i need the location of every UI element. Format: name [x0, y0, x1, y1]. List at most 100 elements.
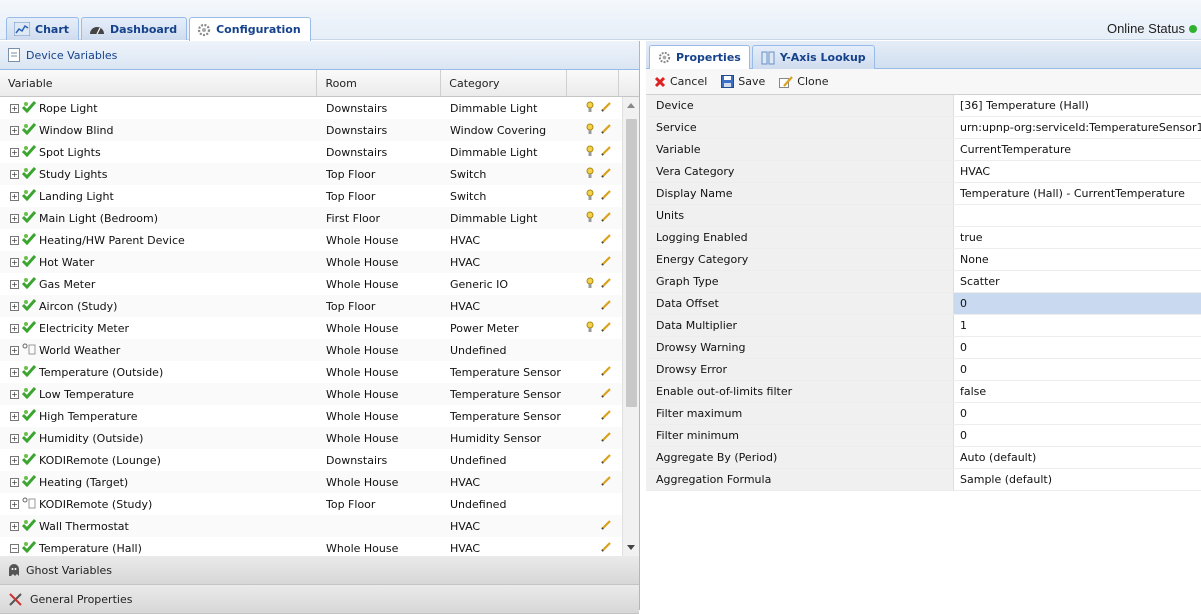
property-value[interactable]: None: [954, 249, 1201, 270]
expand-toggle-icon[interactable]: +: [10, 301, 19, 311]
property-row[interactable]: Data Multiplier 1: [646, 315, 1201, 337]
expand-toggle-icon[interactable]: +: [10, 455, 19, 465]
property-row[interactable]: Drowsy Warning 0: [646, 337, 1201, 359]
expand-toggle-icon[interactable]: +: [10, 235, 19, 245]
expand-toggle-icon[interactable]: +: [10, 367, 19, 377]
edit-pencil-icon[interactable]: [600, 123, 612, 138]
table-row[interactable]: − Temperature (Hall) Whole House HVAC: [0, 537, 639, 556]
table-row[interactable]: + Main Light (Bedroom) First Floor Dimmable…: [0, 207, 639, 229]
edit-pencil-icon[interactable]: [600, 387, 612, 402]
expand-toggle-icon[interactable]: −: [10, 543, 19, 553]
device-variables-header[interactable]: Device Variables: [0, 41, 639, 70]
property-row[interactable]: Variable CurrentTemperature: [646, 139, 1201, 161]
expand-toggle-icon[interactable]: +: [10, 411, 19, 421]
tab-chart[interactable]: Chart: [6, 17, 80, 40]
expand-toggle-icon[interactable]: +: [10, 389, 19, 399]
light-bulb-icon[interactable]: [586, 167, 594, 182]
property-row[interactable]: Filter minimum 0: [646, 425, 1201, 447]
table-row[interactable]: + Gas Meter Whole House Generic IO: [0, 273, 639, 295]
tab-configuration[interactable]: Configuration: [189, 17, 311, 41]
table-row[interactable]: + Heating/HW Parent Device Whole House HVAC: [0, 229, 639, 251]
expand-toggle-icon[interactable]: +: [10, 147, 19, 157]
property-value[interactable]: HVAC: [954, 161, 1201, 182]
edit-pencil-icon[interactable]: [600, 145, 612, 160]
edit-pencil-icon[interactable]: [600, 211, 612, 226]
property-value[interactable]: [954, 205, 1201, 226]
tab-properties[interactable]: Properties: [649, 45, 750, 69]
expand-toggle-icon[interactable]: +: [10, 345, 19, 355]
edit-pencil-icon[interactable]: [600, 475, 612, 490]
property-row[interactable]: Aggregation Formula Sample (default): [646, 469, 1201, 491]
light-bulb-icon[interactable]: [586, 189, 594, 204]
expand-toggle-icon[interactable]: +: [10, 279, 19, 289]
edit-pencil-icon[interactable]: [600, 453, 612, 468]
table-row[interactable]: + KODIRemote (Lounge) Downstairs Undefined: [0, 449, 639, 471]
table-row[interactable]: + World Weather Whole House Undefined: [0, 339, 639, 361]
edit-pencil-icon[interactable]: [600, 277, 612, 292]
edit-pencil-icon[interactable]: [600, 233, 612, 248]
edit-pencil-icon[interactable]: [600, 321, 612, 336]
property-row[interactable]: Display Name Temperature (Hall) - Current…: [646, 183, 1201, 205]
property-row[interactable]: Units: [646, 205, 1201, 227]
table-row[interactable]: + Wall Thermostat HVAC: [0, 515, 639, 537]
table-row[interactable]: + Humidity (Outside) Whole House Humidity S…: [0, 427, 639, 449]
edit-pencil-icon[interactable]: [600, 167, 612, 182]
column-room[interactable]: Room: [317, 70, 442, 96]
table-row[interactable]: + Hot Water Whole House HVAC: [0, 251, 639, 273]
edit-pencil-icon[interactable]: [600, 519, 612, 534]
light-bulb-icon[interactable]: [586, 145, 594, 160]
edit-pencil-icon[interactable]: [600, 255, 612, 270]
property-row[interactable]: Service urn:upnp-org:serviceId:Temperatur…: [646, 117, 1201, 139]
property-value[interactable]: [36] Temperature (Hall): [954, 95, 1201, 116]
table-row[interactable]: + Temperature (Outside) Whole House Tempera…: [0, 361, 639, 383]
edit-pencil-icon[interactable]: [600, 299, 612, 314]
property-row[interactable]: Aggregate By (Period) Auto (default): [646, 447, 1201, 469]
expand-toggle-icon[interactable]: +: [10, 433, 19, 443]
edit-pencil-icon[interactable]: [600, 541, 612, 556]
expand-toggle-icon[interactable]: +: [10, 213, 19, 223]
table-row[interactable]: + Spot Lights Downstairs Dimmable Light: [0, 141, 639, 163]
tab-y-axis-lookup[interactable]: Y-Axis Lookup: [751, 45, 875, 69]
light-bulb-icon[interactable]: [586, 321, 594, 336]
property-value[interactable]: 1: [954, 315, 1201, 336]
clone-button[interactable]: Clone: [779, 75, 829, 88]
property-value[interactable]: 0: [954, 337, 1201, 358]
save-button[interactable]: Save: [721, 75, 765, 88]
property-value[interactable]: Sample (default): [954, 469, 1201, 490]
scroll-up-icon[interactable]: [627, 103, 635, 108]
property-value[interactable]: true: [954, 227, 1201, 248]
property-row[interactable]: Energy Category None: [646, 249, 1201, 271]
column-category[interactable]: Category: [441, 70, 568, 96]
table-row[interactable]: + Landing Light Top Floor Switch: [0, 185, 639, 207]
property-value[interactable]: Scatter: [954, 271, 1201, 292]
light-bulb-icon[interactable]: [586, 123, 594, 138]
table-row[interactable]: + Heating (Target) Whole House HVAC: [0, 471, 639, 493]
table-row[interactable]: + Window Blind Downstairs Window Covering: [0, 119, 639, 141]
property-row[interactable]: Data Offset 0: [646, 293, 1201, 315]
edit-pencil-icon[interactable]: [600, 409, 612, 424]
table-row[interactable]: + Rope Light Downstairs Dimmable Light: [0, 97, 639, 119]
light-bulb-icon[interactable]: [586, 211, 594, 226]
property-row[interactable]: Graph Type Scatter: [646, 271, 1201, 293]
expand-toggle-icon[interactable]: +: [10, 323, 19, 333]
tab-dashboard[interactable]: Dashboard: [81, 17, 188, 40]
column-variable[interactable]: Variable: [0, 70, 318, 96]
property-value[interactable]: 0: [954, 425, 1201, 446]
edit-pencil-icon[interactable]: [600, 431, 612, 446]
property-value[interactable]: 0: [954, 293, 1201, 314]
property-value[interactable]: CurrentTemperature: [954, 139, 1201, 160]
property-row[interactable]: Device [36] Temperature (Hall): [646, 95, 1201, 117]
table-row[interactable]: + KODIRemote (Study) Top Floor Undefined: [0, 493, 639, 515]
expand-toggle-icon[interactable]: +: [10, 125, 19, 135]
property-value[interactable]: Temperature (Hall) - CurrentTemperature: [954, 183, 1201, 204]
expand-toggle-icon[interactable]: +: [10, 257, 19, 267]
expand-toggle-icon[interactable]: +: [10, 477, 19, 487]
cancel-button[interactable]: Cancel: [654, 75, 707, 88]
scroll-thumb[interactable]: [626, 119, 637, 407]
property-value[interactable]: false: [954, 381, 1201, 402]
property-row[interactable]: Vera Category HVAC: [646, 161, 1201, 183]
table-row[interactable]: + Electricity Meter Whole House Power Meter: [0, 317, 639, 339]
ghost-variables-header[interactable]: Ghost Variables: [0, 556, 639, 585]
property-value[interactable]: Auto (default): [954, 447, 1201, 468]
expand-toggle-icon[interactable]: +: [10, 103, 19, 113]
